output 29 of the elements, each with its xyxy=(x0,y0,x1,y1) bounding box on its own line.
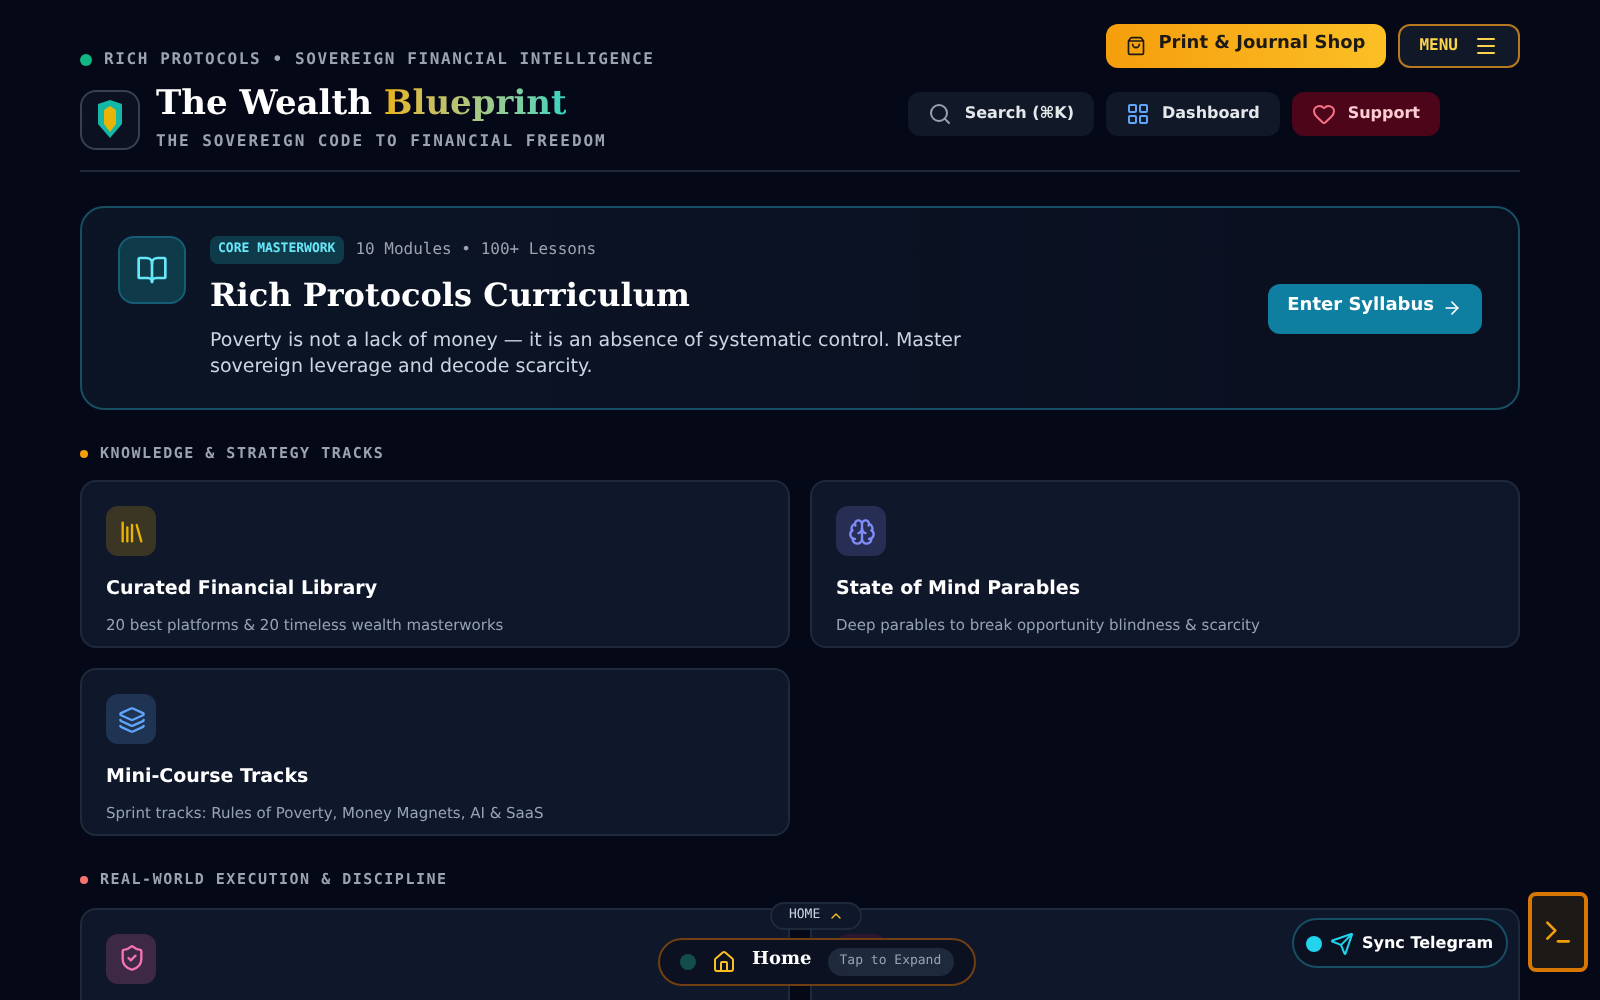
search-button[interactable]: Search (⌘K) xyxy=(908,92,1095,136)
bag-icon xyxy=(1126,36,1147,56)
logo-icon xyxy=(80,89,140,150)
telegram-sync-toast[interactable]: Sync Telegram xyxy=(1292,918,1508,968)
site-title: The Wealth Blueprint xyxy=(156,84,567,124)
enter-syllabus-button[interactable]: Enter Syllabus xyxy=(1267,283,1482,334)
grid-icon xyxy=(1126,102,1151,126)
arrow-right-icon xyxy=(1442,298,1462,319)
terminal-widget-icon[interactable] xyxy=(1528,892,1588,972)
dashboard-button[interactable]: Dashboard xyxy=(1106,92,1280,136)
track-title: State of Mind Parables xyxy=(836,576,1083,605)
search-icon xyxy=(928,102,953,126)
track-title: Curated Financial Library xyxy=(106,576,380,605)
menu-icon xyxy=(1474,34,1498,58)
home-label: Home xyxy=(752,948,812,975)
send-icon xyxy=(1330,931,1354,955)
curriculum-description: Poverty is not a lack of money — it is an absence of systematic control. Master sovereign leverage and decode scarcity. xyxy=(210,328,963,380)
curriculum-title: Rich Protocols Curriculum xyxy=(210,274,692,318)
chevron-up-icon xyxy=(828,908,845,924)
home-icon xyxy=(712,950,736,974)
book-icon xyxy=(118,236,186,305)
eyebrow-text: RICH PROTOCOLS • SOVEREIGN FINANCIAL INTELLIGENCE xyxy=(104,48,655,72)
lesson-meta: 10 Modules • 100+ Lessons xyxy=(355,238,597,263)
heart-icon xyxy=(1311,102,1336,126)
tagline-text: THE SOVEREIGN CODE TO FINANCIAL FREEDOM xyxy=(156,130,607,155)
support-button[interactable]: Support xyxy=(1291,92,1440,136)
shop-button[interactable]: Print & Journal Shop xyxy=(1106,24,1386,68)
menu-button[interactable]: MENU xyxy=(1397,24,1520,68)
track-title: Mini-Course Tracks xyxy=(106,764,311,793)
